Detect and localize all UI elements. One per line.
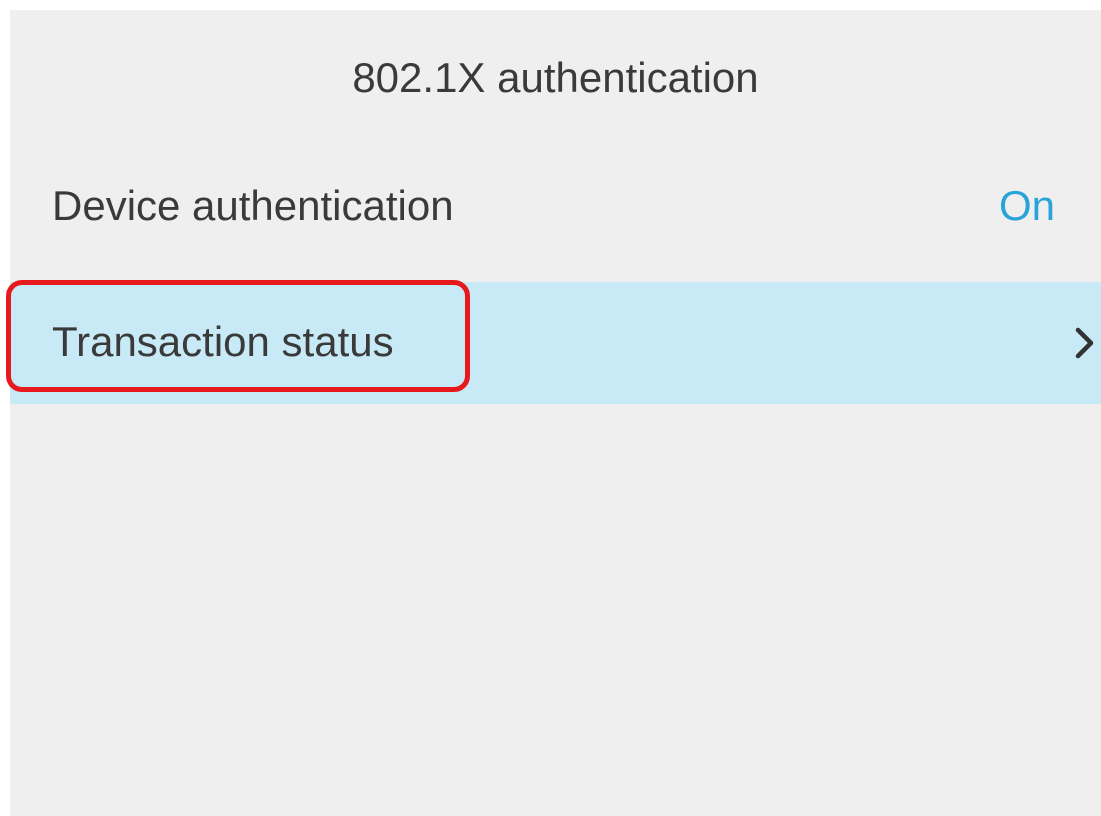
chevron-right-icon (1075, 327, 1094, 359)
page-title: 802.1X authentication (352, 54, 759, 101)
highlight-annotation (6, 280, 470, 392)
settings-screen: 802.1X authentication Device authenticat… (10, 10, 1101, 816)
device-authentication-row[interactable]: Device authentication On (10, 146, 1101, 268)
device-authentication-label: Device authentication (52, 182, 454, 229)
device-authentication-value: On (998, 182, 1055, 229)
